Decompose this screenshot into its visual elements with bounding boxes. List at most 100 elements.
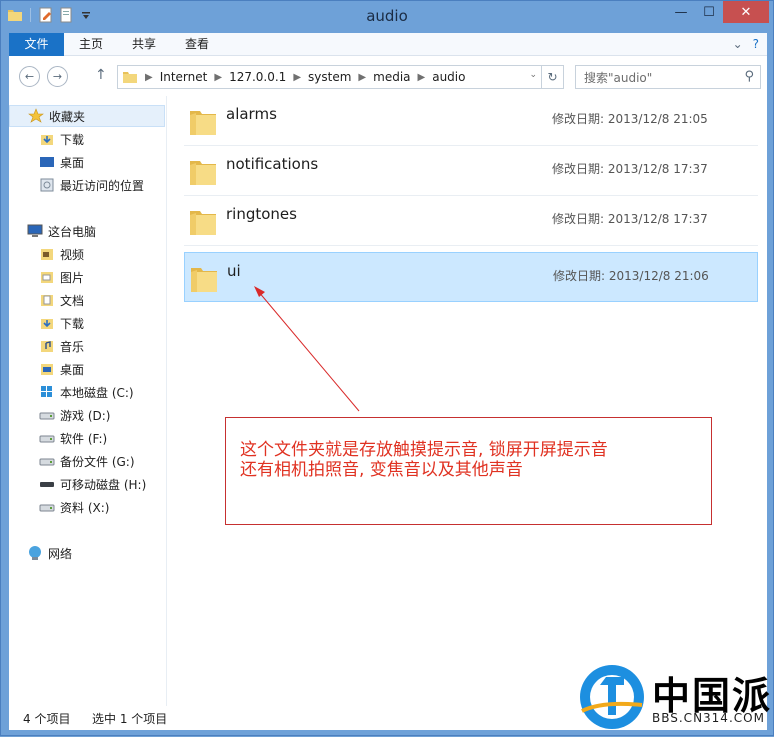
sidebar-item-label: 视频 [60,247,85,262]
sidebar-item-label: 最近访问的位置 [60,178,145,193]
star-icon [28,108,44,123]
file-row-notifications[interactable]: notifications 修改日期: 2013/12/8 17:37 [184,146,758,196]
sidebar-item-label: 可移动磁盘 (H:) [60,477,147,492]
breadcrumb-media[interactable]: media [373,70,410,84]
file-modified-date: 修改日期: 2013/12/8 21:05 [552,112,708,126]
sidebar-item-label: 资料 (X:) [60,500,110,515]
sidebar-item-drive-x[interactable]: 资料 (X:) [9,496,165,518]
address-dropdown-icon[interactable]: ⌄ [529,70,537,80]
search-icon[interactable]: ⚲ [744,69,754,84]
sidebar-item-favorites[interactable]: 收藏夹 [9,105,165,127]
search-input[interactable]: 搜索"audio" ⚲ [575,65,761,89]
item-count: 4 个项目 [23,712,71,726]
help-icon[interactable]: ? [753,37,759,51]
sidebar-item-label: 这台电脑 [48,224,97,239]
close-button[interactable]: ✕ [723,1,769,23]
expand-ribbon-icon[interactable]: ⌄ [733,37,743,51]
chevron-right-icon: ▶ [293,71,302,83]
sidebar-item-label: 文档 [60,293,85,308]
desktop-icon [40,157,54,167]
file-row-alarms[interactable]: alarms 修改日期: 2013/12/8 21:05 [184,96,758,146]
file-name: ringtones [226,205,297,223]
ribbon-controls: ⌄ ? [733,37,759,51]
chevron-right-icon: ▶ [214,71,223,83]
sidebar-item-drive-c[interactable]: 本地磁盘 (C:) [9,381,165,403]
tab-file[interactable]: 文件 [9,33,64,56]
ribbon-tabs: 文件 主页 共享 查看 ⌄ ? [9,33,767,56]
breadcrumb-system[interactable]: system [308,70,351,84]
sidebar-item-pictures[interactable]: 图片 [9,266,165,288]
folder-icon [191,268,217,292]
chevron-right-icon: ▶ [145,71,153,83]
folder-icon [190,111,216,135]
annotation-line: 这个文件夹就是存放触摸提示音, 锁屏开屏提示音 [240,440,608,460]
file-row-ringtones[interactable]: ringtones 修改日期: 2013/12/8 17:37 [184,196,758,246]
sidebar-item-drive-g[interactable]: 备份文件 (G:) [9,450,165,472]
tab-share[interactable]: 共享 [120,33,168,56]
file-row-ui[interactable]: ui 修改日期: 2013/12/8 21:06 [184,252,758,302]
sidebar-item-label: 收藏夹 [49,109,86,124]
maximize-button[interactable]: ☐ [695,1,723,23]
tab-view[interactable]: 查看 [173,33,221,56]
windows-drive-icon [41,386,52,397]
sidebar-item-label: 桌面 [60,362,85,377]
chevron-right-icon: ▶ [417,71,426,83]
logo-emblem-icon [580,665,644,729]
sidebar-item-drive-d[interactable]: 游戏 (D:) [9,404,165,426]
site-logo: 中国派 BBS.CN314.COM [576,661,772,733]
annotation-text: 这个文件夹就是存放触摸提示音, 锁屏开屏提示音 还有相机拍照音, 变焦音以及其他… [240,440,700,480]
forward-button[interactable]: → [47,66,68,87]
breadcrumb-host[interactable]: 127.0.0.1 [229,70,286,84]
sidebar-item-videos[interactable]: 视频 [9,243,165,265]
sidebar-item-label: 下载 [60,132,85,147]
sidebar-item-music[interactable]: 音乐 [9,335,165,357]
downloads-folder-icon [41,319,53,329]
sidebar-item-label: 桌面 [60,155,85,170]
downloads-folder-icon [41,135,53,145]
back-button[interactable]: ← [19,66,40,87]
pictures-folder-icon [41,272,53,283]
folder-icon [123,72,137,83]
tab-home[interactable]: 主页 [67,33,115,56]
sidebar-item-downloads-pc[interactable]: 下载 [9,312,165,334]
drive-icon [39,458,55,466]
file-name: ui [227,262,241,280]
drive-icon [39,412,55,420]
file-list: alarms 修改日期: 2013/12/8 21:05 notificatio… [184,96,760,706]
sidebar-item-label: 网络 [48,546,73,561]
music-folder-icon [41,341,53,352]
annotation-line: 还有相机拍照音, 变焦音以及其他声音 [240,460,523,480]
videos-folder-icon [41,249,53,260]
sidebar-item-desktop-pc[interactable]: 桌面 [9,358,165,380]
title-bar: audio — ☐ ✕ [1,1,773,31]
folder-icon [190,211,216,235]
sidebar-item-downloads[interactable]: 下载 [9,128,165,150]
sidebar-item-label: 软件 (F:) [60,431,108,446]
computer-icon [27,224,43,237]
file-modified-date: 修改日期: 2013/12/8 17:37 [552,162,708,176]
folder-icon [190,161,216,185]
sidebar-item-label: 游戏 (D:) [60,408,111,423]
search-placeholder: 搜索"audio" [584,70,653,85]
file-name: alarms [226,105,277,123]
breadcrumb-internet[interactable]: Internet [160,70,208,84]
sidebar-item-network[interactable]: 网络 [9,542,165,564]
sidebar-item-drive-h[interactable]: 可移动磁盘 (H:) [9,473,165,495]
chevron-right-icon: ▶ [358,71,367,83]
window-title: audio [366,7,408,25]
sidebar-item-desktop[interactable]: 桌面 [9,151,165,173]
sidebar-item-recent[interactable]: 最近访问的位置 [9,174,165,196]
up-button[interactable]: ↑ [95,67,107,83]
sidebar-item-this-pc[interactable]: 这台电脑 [9,220,165,242]
refresh-button[interactable]: ↻ [541,66,563,88]
sidebar-item-drive-f[interactable]: 软件 (F:) [9,427,165,449]
file-name: notifications [226,155,319,173]
sidebar-item-label: 图片 [60,270,85,285]
drive-icon [39,504,55,512]
minimize-button[interactable]: — [667,1,695,23]
sidebar-item-label: 本地磁盘 (C:) [60,385,134,400]
breadcrumb-audio[interactable]: audio [432,70,465,84]
navigation-bar: ← → ↑ ▶ Internet ▶ 127.0.0.1 ▶ system ▶ medi… [9,56,767,96]
sidebar-item-documents[interactable]: 文档 [9,289,165,311]
address-bar[interactable]: ▶ Internet ▶ 127.0.0.1 ▶ system ▶ media ▶ aud… [117,65,564,89]
